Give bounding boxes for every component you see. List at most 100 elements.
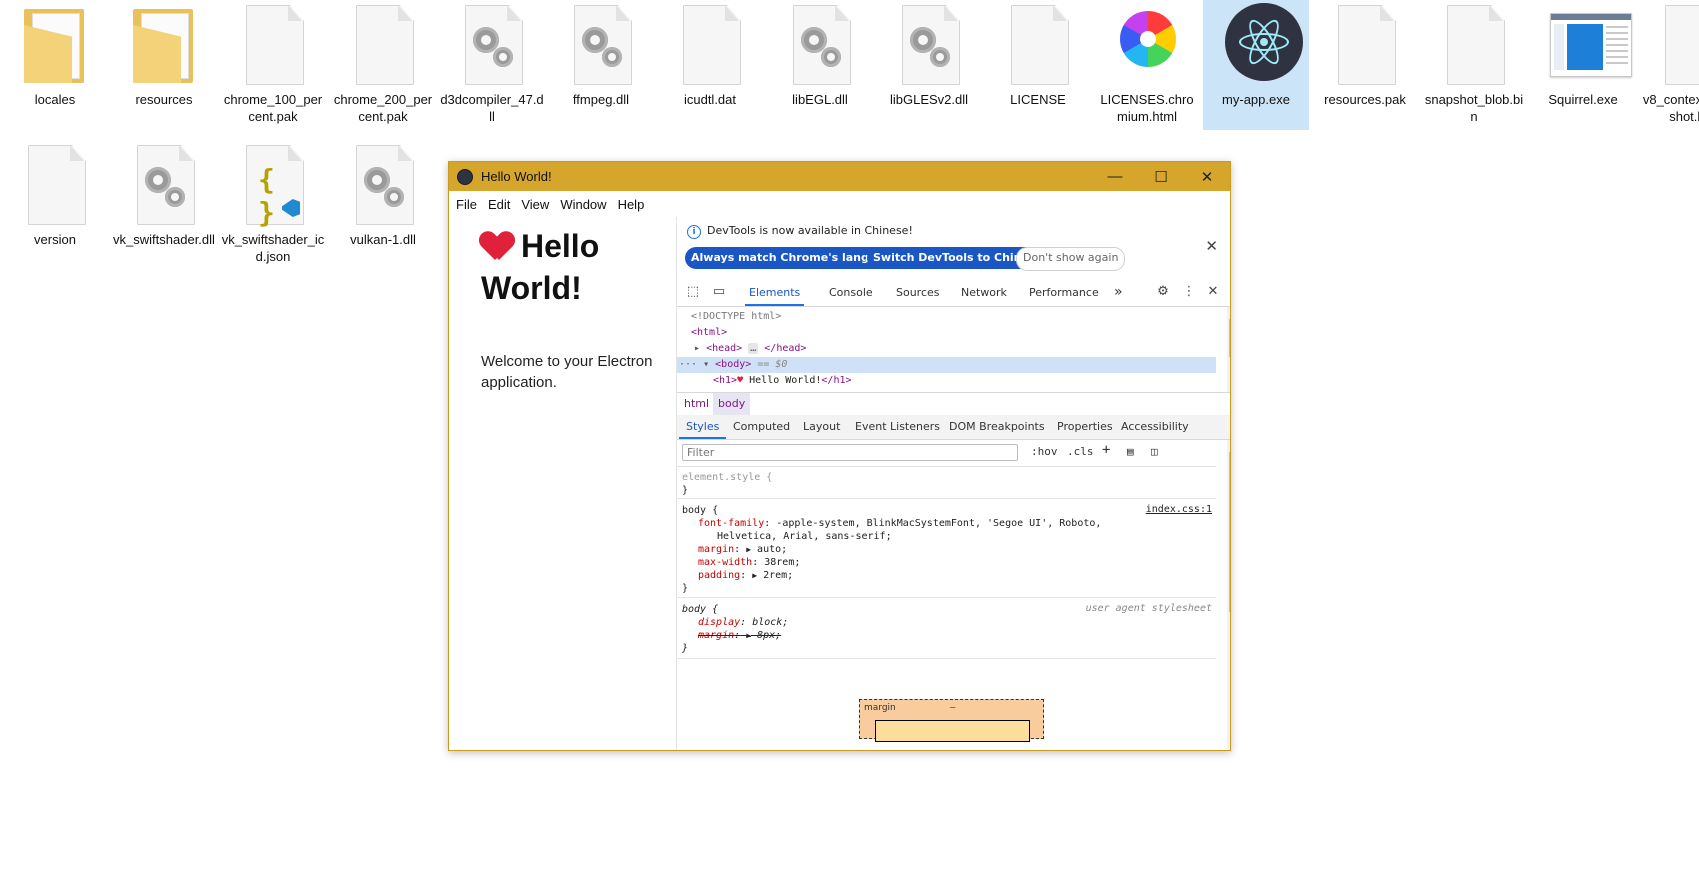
subtab-properties[interactable]: Properties bbox=[1057, 415, 1113, 439]
display-val[interactable]: block; bbox=[752, 617, 788, 628]
file-item[interactable]: libGLESv2.dll bbox=[876, 0, 982, 130]
dom-line-body[interactable]: ··· ▾ <body> == $0 bbox=[677, 357, 1216, 373]
rule-body-index-css[interactable]: body { index.css:1 font-family: -apple-s… bbox=[677, 499, 1216, 598]
index-css-link[interactable]: index.css:1 bbox=[1146, 504, 1212, 515]
expand-arrow-icon[interactable]: ▶ bbox=[752, 571, 757, 580]
inspect-element-icon[interactable]: ⬚ bbox=[685, 284, 701, 300]
file-item[interactable]: icudtl.dat bbox=[657, 0, 763, 130]
tab-elements[interactable]: Elements bbox=[745, 279, 805, 306]
expand-arrow-icon[interactable]: ▸ bbox=[694, 343, 700, 354]
file-item[interactable]: my-app.exe bbox=[1203, 0, 1309, 130]
maximize-button[interactable]: ☐ bbox=[1138, 162, 1184, 191]
dom-scrollbar[interactable] bbox=[1227, 307, 1230, 392]
subtab-styles[interactable]: Styles bbox=[679, 415, 727, 439]
file-item[interactable]: d3dcompiler_47.dll bbox=[439, 0, 545, 130]
device-toolbar-icon[interactable]: ▭ bbox=[711, 284, 727, 300]
dom-line-head[interactable]: ▸ <head> … </head> bbox=[677, 341, 1216, 357]
kebab-menu-icon[interactable]: ⋮ bbox=[1181, 284, 1197, 300]
menu-view[interactable]: View bbox=[521, 197, 549, 212]
sidebar-toggle-icon[interactable]: ◫ bbox=[1151, 445, 1158, 458]
menu-window[interactable]: Window bbox=[560, 197, 606, 212]
devtools-close-icon[interactable]: ✕ bbox=[1205, 284, 1221, 300]
file-item[interactable]: resources.pak bbox=[1312, 0, 1418, 130]
row-menu-dots[interactable]: ··· bbox=[679, 359, 697, 370]
file-item[interactable]: resources bbox=[111, 0, 217, 130]
devtools-toolbar: ⬚ ▭ Elements Console Sources Network Per… bbox=[677, 279, 1230, 307]
subtab-dom-breakpoints[interactable]: DOM Breakpoints bbox=[949, 415, 1045, 439]
file-item[interactable]: { } vk_swiftshader_icd.json bbox=[220, 140, 326, 270]
box-model-margin-value[interactable]: – bbox=[950, 703, 955, 713]
file-item[interactable]: chrome_100_percent.pak bbox=[220, 0, 326, 130]
file-item[interactable]: Squirrel.exe bbox=[1530, 0, 1636, 130]
banner-message: DevTools is now available in Chinese! bbox=[707, 224, 913, 237]
settings-gear-icon[interactable]: ⚙ bbox=[1155, 284, 1171, 300]
expand-arrow-icon[interactable]: ▶ bbox=[746, 545, 751, 554]
file-item[interactable]: version bbox=[2, 140, 108, 270]
font-family-prop[interactable]: font-family bbox=[698, 518, 764, 529]
breadcrumb-body[interactable]: body bbox=[713, 393, 751, 415]
collapsed-ellipsis[interactable]: … bbox=[748, 343, 759, 354]
tab-sources[interactable]: Sources bbox=[896, 279, 940, 306]
file-name: d3dcompiler_47.dll bbox=[440, 92, 544, 124]
file-item[interactable]: libEGL.dll bbox=[767, 0, 873, 130]
class-toggle-button[interactable]: .cls bbox=[1067, 445, 1094, 458]
new-rule-button[interactable]: + bbox=[1102, 442, 1110, 458]
banner-close-icon[interactable]: ✕ bbox=[1205, 237, 1218, 255]
menu-edit[interactable]: Edit bbox=[488, 197, 510, 212]
file-item[interactable]: ffmpeg.dll bbox=[548, 0, 654, 130]
minimize-button[interactable]: — bbox=[1092, 162, 1138, 191]
collapse-arrow-icon[interactable]: ▾ bbox=[703, 359, 709, 370]
file-item[interactable]: v8_context_snapshot.bin bbox=[1639, 0, 1699, 130]
ua-margin-prop[interactable]: margin bbox=[698, 630, 734, 641]
styles-filter-input[interactable] bbox=[682, 444, 1018, 461]
dont-show-again-button[interactable]: Don't show again bbox=[1016, 247, 1126, 271]
margin-val[interactable]: auto; bbox=[757, 544, 787, 555]
display-prop[interactable]: display bbox=[698, 617, 740, 628]
padding-val[interactable]: 2rem; bbox=[763, 570, 793, 581]
document-icon bbox=[1441, 3, 1507, 89]
hover-state-button[interactable]: :hov bbox=[1031, 445, 1058, 458]
file-item[interactable]: vk_swiftshader.dll bbox=[111, 140, 217, 270]
margin-prop[interactable]: margin bbox=[698, 544, 734, 555]
file-item[interactable]: chrome_200_percent.pak bbox=[330, 0, 436, 130]
more-tabs-icon[interactable]: » bbox=[1114, 279, 1123, 306]
tab-network[interactable]: Network bbox=[961, 279, 1007, 306]
dom-scrollbar-thumb[interactable] bbox=[1229, 319, 1230, 357]
max-width-val[interactable]: 38rem; bbox=[764, 557, 800, 568]
tab-performance[interactable]: Performance bbox=[1029, 279, 1099, 306]
tab-console[interactable]: Console bbox=[829, 279, 873, 306]
expand-arrow-icon[interactable]: ▶ bbox=[746, 631, 751, 640]
menu-file[interactable]: File bbox=[456, 197, 477, 212]
page-body-text: Welcome to your Electron application. bbox=[481, 353, 653, 391]
box-model-diagram[interactable]: margin – bbox=[859, 699, 1044, 742]
file-name: libGLESv2.dll bbox=[889, 92, 969, 107]
electron-app-icon bbox=[1223, 3, 1303, 89]
file-item[interactable]: LICENSE bbox=[985, 0, 1091, 130]
styles-scrollbar[interactable] bbox=[1227, 440, 1230, 750]
dom-line-h1[interactable]: <h1>♥ Hello World!</h1> bbox=[677, 373, 1216, 389]
breadcrumb-html[interactable]: html bbox=[679, 393, 714, 415]
dom-line-html[interactable]: <html> bbox=[677, 325, 1216, 341]
file-item[interactable]: vulkan-1.dll bbox=[330, 140, 436, 270]
ua-margin-val[interactable]: 8px; bbox=[757, 630, 781, 641]
subtab-accessibility[interactable]: Accessibility bbox=[1121, 415, 1189, 439]
font-family-val-cont[interactable]: Helvetica, Arial, sans-serif; bbox=[717, 530, 892, 543]
rule-element-style[interactable]: element.style { } bbox=[677, 466, 1216, 499]
font-family-val[interactable]: -apple-system, BlinkMacSystemFont, 'Sego… bbox=[776, 518, 1101, 529]
file-item[interactable]: locales bbox=[2, 0, 108, 130]
subtab-layout[interactable]: Layout bbox=[803, 415, 840, 439]
file-item[interactable]: snapshot_blob.bin bbox=[1421, 0, 1527, 130]
rule-user-agent[interactable]: body { user agent stylesheet display: bl… bbox=[677, 598, 1216, 659]
close-button[interactable]: ✕ bbox=[1184, 162, 1230, 191]
menu-help[interactable]: Help bbox=[618, 197, 645, 212]
subtab-event-listeners[interactable]: Event Listeners bbox=[855, 415, 940, 439]
title-bar[interactable]: Hello World! — ☐ ✕ bbox=[449, 162, 1230, 191]
subtab-computed[interactable]: Computed bbox=[733, 415, 790, 439]
file-item[interactable]: LICENSES.chromium.html bbox=[1094, 0, 1200, 130]
styles-scrollbar-thumb[interactable] bbox=[1229, 452, 1230, 612]
dom-line-doctype[interactable]: <!DOCTYPE html> bbox=[677, 309, 1216, 325]
info-icon: i bbox=[687, 225, 701, 239]
max-width-prop[interactable]: max-width bbox=[698, 557, 752, 568]
padding-prop[interactable]: padding bbox=[698, 570, 740, 581]
paint-brush-icon[interactable]: ▤ bbox=[1127, 445, 1134, 458]
